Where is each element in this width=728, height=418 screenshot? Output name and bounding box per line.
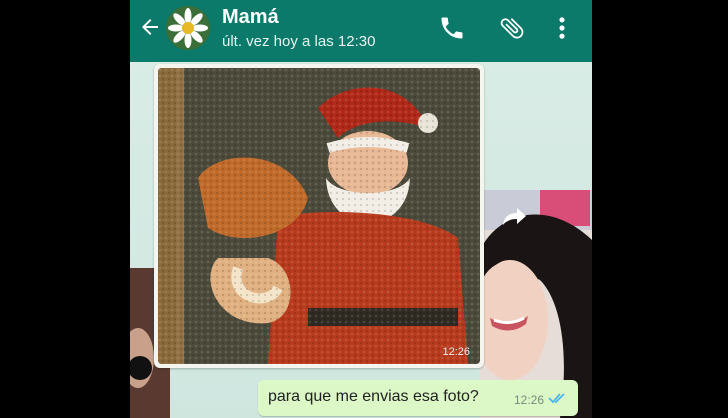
forward-icon[interactable]: [502, 205, 528, 227]
santa-mosaic-art: [158, 68, 480, 364]
message-text: para que me envias esa foto?: [268, 388, 479, 405]
daisy-avatar-image: [166, 6, 210, 50]
message-time: 12:26: [513, 393, 544, 407]
santa-mosaic-image: [158, 68, 480, 364]
image-message-time: 12:26: [442, 346, 470, 358]
last-seen-status: últ. vez hoy a las 12:30: [222, 33, 376, 50]
contact-name[interactable]: Mamá: [222, 6, 279, 29]
chat-screen: Mamá últ. vez hoy a las 12:30 12:26 para…: [130, 0, 592, 418]
more-vert-icon[interactable]: [548, 14, 576, 42]
phone-icon[interactable]: [438, 14, 466, 42]
back-arrow-icon[interactable]: [138, 15, 162, 39]
contact-avatar[interactable]: [166, 6, 210, 50]
chat-header: Mamá últ. vez hoy a las 12:30: [130, 0, 592, 62]
paperclip-icon[interactable]: [498, 14, 526, 42]
double-check-icon: [548, 393, 565, 404]
image-message-santa[interactable]: 12:26: [154, 64, 484, 368]
outgoing-text-message[interactable]: para que me envias esa foto? 12:26: [258, 380, 578, 416]
